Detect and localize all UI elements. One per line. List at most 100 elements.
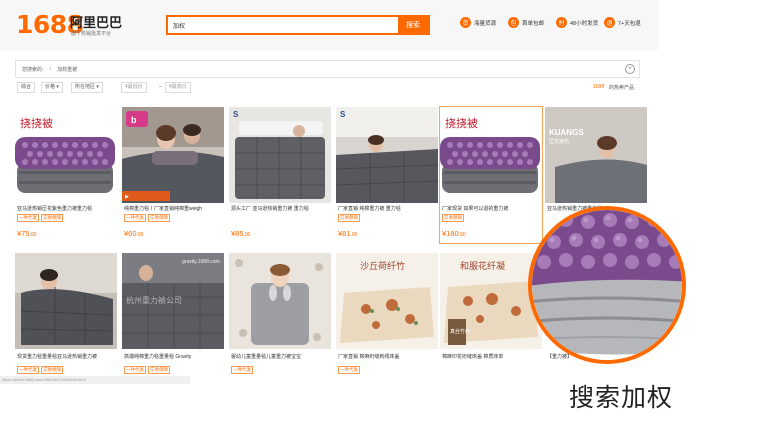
brand-s-icon: S — [340, 110, 346, 119]
promo-text: 的热卖产品 — [609, 85, 635, 91]
quilt-photo: 挠挠被 — [15, 107, 117, 203]
gray-blanket-photo: S — [229, 107, 331, 203]
brand-text: 挠挠被 — [445, 116, 478, 130]
product-image[interactable]: 杭州重力被公司 gravity.1688.com — [122, 253, 224, 349]
caption-text: 搜索加权 — [569, 384, 674, 412]
summary-term[interactable]: 加权重被 — [57, 66, 77, 73]
product-card[interactable]: b ▶ 纯棉重力毯丨厂家直销纯棉重weigh 一件代发 交易保障 ¥60.00 — [122, 107, 224, 243]
product-title[interactable]: 厂家现货 如果可以退的重力被 — [442, 205, 542, 212]
promo-tag: 1688 — [593, 84, 605, 90]
search-input[interactable] — [168, 17, 398, 33]
badge-text: ▶ — [125, 194, 129, 200]
price-int: 81 — [342, 229, 351, 238]
tag: 一件代发 — [124, 214, 146, 222]
product-image[interactable]: b ▶ — [122, 107, 224, 203]
product-price: ¥180.00 — [442, 229, 466, 238]
product-title[interactable]: 高端纯棉重力毯重量毯 Gravity — [124, 353, 224, 360]
product-card[interactable]: 和服花纤凝 真丝竹纤 棉麻印花绗缝床盖 棉质床单 — [440, 253, 542, 389]
tag: 交易保障 — [148, 214, 170, 222]
product-tags: 交易保障 — [338, 214, 360, 222]
product-title[interactable]: 现货重力毯重量毯亚马逊热销重力被 — [17, 353, 117, 360]
clock-icon: 时 — [556, 17, 567, 28]
product-image[interactable]: 挠挠被 — [440, 107, 542, 203]
tag: 一件代发 — [231, 366, 253, 374]
product-title[interactable]: 纯棉重力毯丨厂家直销纯棉重weigh — [124, 205, 224, 212]
product-card[interactable]: 杭州重力被公司 gravity.1688.com 高端纯棉重力毯重量毯 Grav… — [122, 253, 224, 389]
product-card[interactable]: S 厂家直销 纯棉重力被 重力毯 交易保障 ¥81.00 — [336, 107, 438, 243]
logo-name[interactable]: 阿里巴巴 — [70, 12, 122, 31]
search-button[interactable]: 搜索 — [398, 17, 428, 33]
sort-default-button[interactable]: 综合 — [17, 82, 36, 93]
service-item[interactable]: 包 首单包邮 — [508, 17, 544, 28]
product-price: ¥60.00 — [124, 229, 143, 238]
screenshot: 1688 阿里巴巴 旗下热销批发平台 搜索 货 海量货源 包 首单包邮 时 48… — [0, 0, 770, 433]
filter-bar: 综合 价格 ▾ 所在地区 ▾ ¥最低价 – ¥最高价 1688 的热卖产品 — [15, 81, 640, 95]
product-card[interactable]: 婴幼儿童重量毯儿童重力被宝宝 一件代发 — [229, 253, 331, 389]
service-label: 首单包邮 — [522, 20, 545, 27]
product-image[interactable] — [15, 253, 117, 349]
summary-label: 您搜索的: — [22, 66, 44, 73]
product-price: ¥85.00 — [231, 229, 250, 238]
product-image[interactable]: 沙丘荷纤竹 — [336, 253, 438, 349]
sort-price-button[interactable]: 价格 ▾ — [41, 82, 63, 93]
search-bar: 搜索 — [166, 15, 430, 35]
woman-quilt-photo: S — [336, 107, 438, 203]
weighted-quilt-closeup — [532, 210, 682, 360]
tag: 一件代发 — [17, 366, 39, 374]
product-title[interactable]: 厂家直销 棉麻绗缝刺绣床盖 — [338, 353, 438, 360]
product-title[interactable]: 亚马逊热销压花紫色重力被重力毯 — [17, 205, 117, 212]
shipping-icon: 包 — [508, 17, 519, 28]
price-dec: .00 — [29, 232, 37, 238]
product-image[interactable]: S — [336, 107, 438, 203]
product-price: ¥81.00 — [338, 229, 357, 238]
product-image[interactable] — [229, 253, 331, 349]
product-card[interactable]: 沙丘荷纤竹 厂家直销 棉麻绗缝刺绣床盖 一件代发 — [336, 253, 438, 389]
kids-blanket-photo — [229, 253, 331, 349]
woman-sofa-photo — [15, 253, 117, 349]
service-item[interactable]: 货 海量货源 — [460, 17, 496, 28]
service-item[interactable]: 退 7+天包退 — [604, 17, 641, 28]
product-tags: 一件代发 交易保障 — [124, 214, 170, 222]
quilt-brand-2: 真丝竹纤 — [450, 328, 470, 335]
close-icon[interactable]: × — [625, 64, 635, 74]
product-price: ¥75.00 — [17, 229, 36, 238]
price-from-input[interactable]: ¥最低价 — [121, 82, 147, 93]
product-image[interactable]: S — [229, 107, 331, 203]
product-card[interactable]: S 源头工厂 亚马逊热销重力被 重力毯 ¥85.00 — [229, 107, 331, 243]
price-to-input[interactable]: ¥最高价 — [165, 82, 191, 93]
product-image[interactable]: 和服花纤凝 真丝竹纤 — [440, 253, 542, 349]
product-title[interactable]: 棉麻印花绗缝床盖 棉质床单 — [442, 353, 542, 360]
tag: 交易保障 — [338, 214, 360, 222]
tag: 交易保障 — [41, 214, 63, 222]
product-card[interactable]: 现货重力毯重量毯亚马逊热销重力被 一件代发 交易保障 — [15, 253, 117, 389]
product-title[interactable]: 厂家直销 纯棉重力被 重力毯 — [338, 205, 438, 212]
product-tags: 一件代发 — [231, 366, 253, 374]
tag: 一件代发 — [17, 214, 39, 222]
service-label: 7+天包退 — [618, 20, 641, 27]
couple-bed-photo: b ▶ — [122, 107, 224, 203]
product-title[interactable]: 源头工厂 亚马逊热销重力被 重力毯 — [231, 205, 331, 212]
return-icon: 退 — [604, 17, 615, 28]
product-card[interactable]: 挠挠被 亚马逊热销压花紫色重力被重力毯 一件代发 交易保障 ¥75.00 — [15, 107, 117, 243]
floral-quilt-photo: 沙丘荷纤竹 — [336, 253, 438, 349]
sort-area-label: 所在地区 — [75, 84, 96, 90]
service-item[interactable]: 时 48小时发货 — [556, 17, 598, 28]
tag: 交易保障 — [41, 366, 63, 374]
product-image[interactable]: KUANGS 匡氏家纺 — [545, 107, 647, 203]
service-label: 海量货源 — [474, 20, 497, 27]
product-card-selected[interactable]: 挠挠被 厂家现货 如果可以退的重力被 交易保障 ¥180.00 — [439, 106, 543, 244]
product-tags: 一件代发 交易保障 — [124, 366, 170, 374]
brand-logo: KUANGS — [549, 128, 584, 137]
product-tags: 一件代发 — [338, 366, 360, 374]
watermark-url: gravity.1688.com — [182, 259, 220, 265]
tag: 一件代发 — [124, 366, 146, 374]
product-tags: 一件代发 交易保障 — [17, 214, 63, 222]
product-tags: 交易保障 — [442, 214, 464, 222]
sort-area-button[interactable]: 所在地区 ▾ — [71, 82, 103, 93]
product-title[interactable]: 婴幼儿童重量毯儿童重力被宝宝 — [231, 353, 331, 360]
man-blanket-photo: 杭州重力被公司 gravity.1688.com — [122, 253, 224, 349]
price-dash: – — [159, 84, 162, 90]
product-image[interactable]: 挠挠被 — [15, 107, 117, 203]
floral-quilt-photo: 和服花纤凝 真丝竹纤 — [440, 253, 542, 349]
quilt-brand: 沙丘荷纤竹 — [360, 260, 405, 272]
